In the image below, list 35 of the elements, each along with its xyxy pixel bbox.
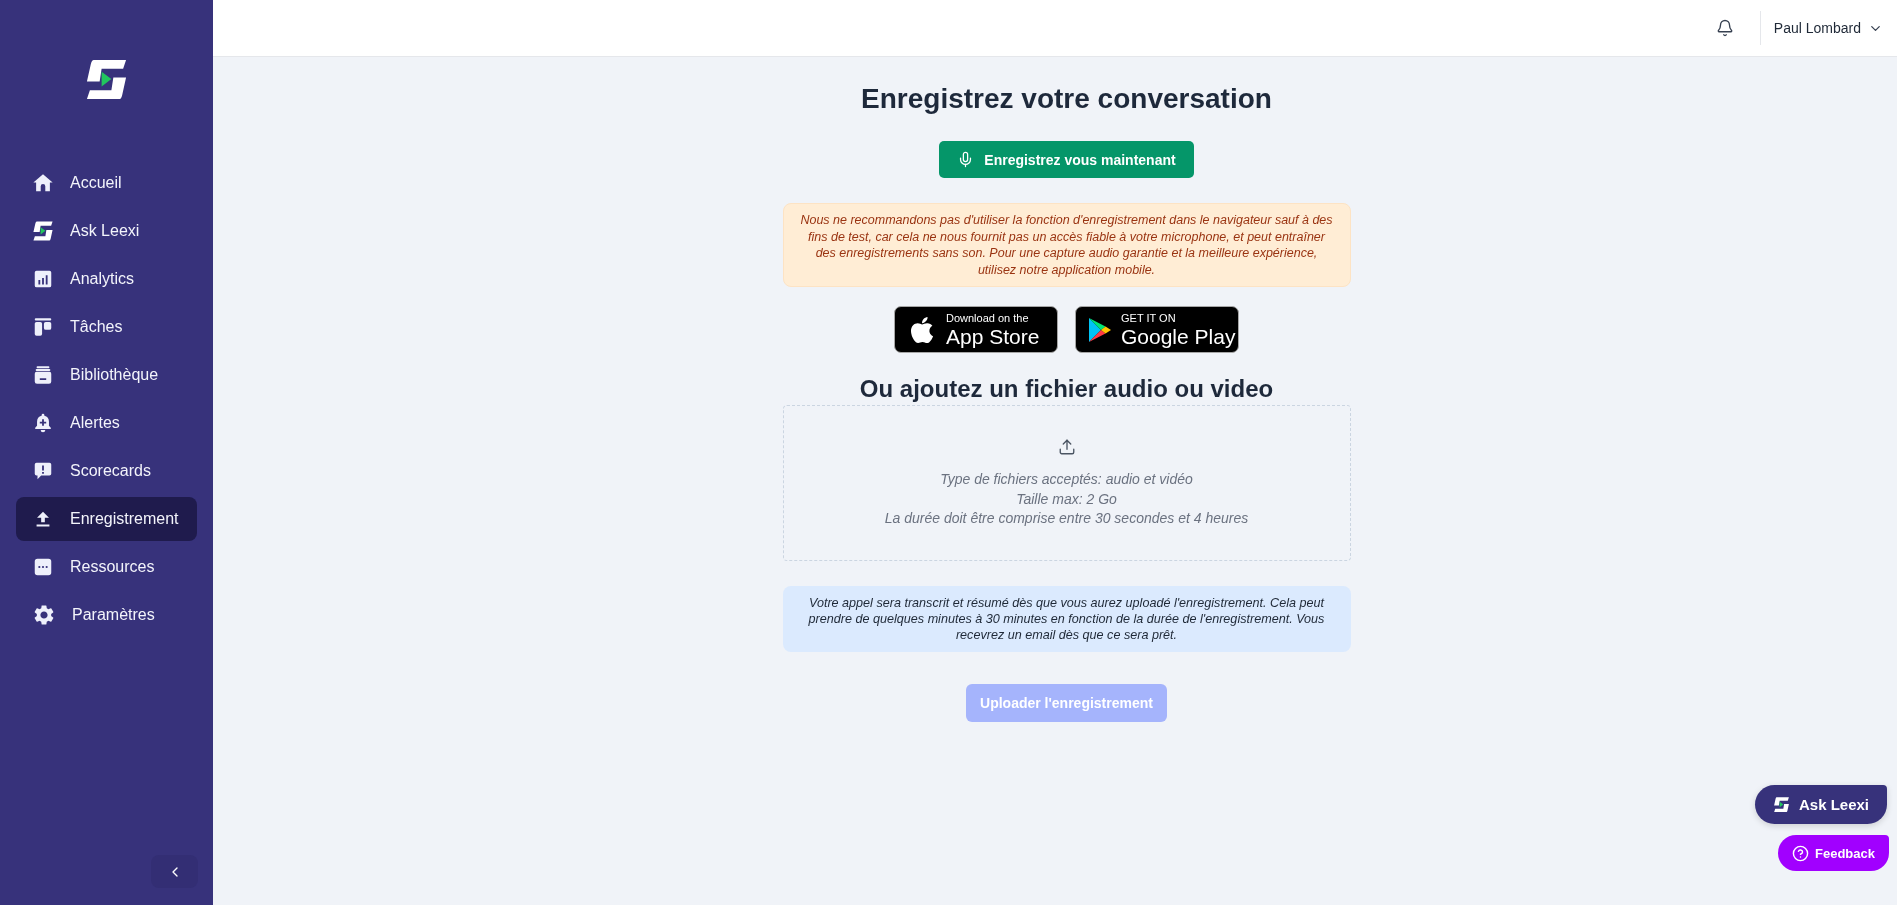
warning-notice: Nous ne recommandons pas d'utiliser la fonction d'enregistrement dans le navigateur sauf à des fins de test, car cela ne nous fournit pas un accès fiable à votre microphone, et peut entraîner des enregistrements sans son. Pour une capture audio garantie et la meilleure expérience, utilisez notre application mobile. — [782, 203, 1351, 287]
sidebar-item[interactable]: Analytics — [16, 257, 197, 302]
sidebar-item[interactable]: Paramètres — [16, 593, 197, 638]
sidebar-item[interactable]: Alertes — [16, 401, 197, 446]
sidebar-item[interactable]: Ressources — [16, 545, 197, 590]
dropzone-hint: Taille max: 2 Go — [1016, 489, 1117, 509]
dropzone-hint: Type de fichiers acceptés: audio et vidéo — [940, 470, 1193, 489]
play-triangle-icon — [1088, 316, 1112, 343]
bell-icon[interactable] — [1715, 19, 1734, 37]
settings-icon — [32, 603, 56, 628]
store-badge[interactable]: GET IT ON Google Play — [1075, 306, 1239, 353]
sidebar-item[interactable]: Accueil — [16, 161, 197, 206]
record-button[interactable]: Enregistrez vous maintenant — [939, 141, 1194, 178]
store-badge[interactable]: Download on the App Store — [894, 306, 1058, 353]
logo-icon — [84, 59, 129, 101]
sidebar-item[interactable]: Scorecards — [16, 449, 197, 494]
archive-icon — [32, 364, 54, 387]
bell-plus-icon — [32, 412, 54, 435]
dropzone-hint: La durée doit être comprise entre 30 secondes et 4 heures — [884, 509, 1249, 528]
ask-leexi-button[interactable]: Ask Leexi — [1754, 785, 1887, 824]
sidebar-item[interactable]: Bibliothèque — [16, 353, 197, 398]
feedback-button[interactable]: Feedback — [1778, 835, 1889, 871]
upload-icon — [1057, 438, 1076, 456]
help-icon — [1792, 844, 1809, 862]
sidebar-item[interactable]: Ask Leexi — [16, 209, 197, 254]
logo-icon — [1772, 796, 1790, 813]
info-notice: Votre appel sera transcrit et résumé dès que vous aurez uploadé l'enregistrement. Cela peut prendre de quelques minutes à 30 minutes en fonction de la durée de l'enregistrement. Vous recevrez un email dès que ce sera prêt. — [782, 586, 1351, 652]
section-title: Ou ajoutez un fichier audio ou video — [859, 374, 1274, 403]
user-menu[interactable]: Paul Lombard — [1773, 20, 1883, 36]
page-title: Enregistrez votre conversation — [861, 82, 1272, 116]
sidebar-item[interactable]: Tâches — [16, 305, 197, 350]
logo-icon — [32, 221, 54, 242]
board-icon — [32, 316, 54, 339]
file-dropzone[interactable]: Type de fichiers acceptés: audio et vidéo Taille max: 2 Go La durée doit être comprise entre 30 secondes et 4 heures — [782, 405, 1351, 561]
sidebar-item[interactable]: Enregistrement — [16, 497, 197, 542]
